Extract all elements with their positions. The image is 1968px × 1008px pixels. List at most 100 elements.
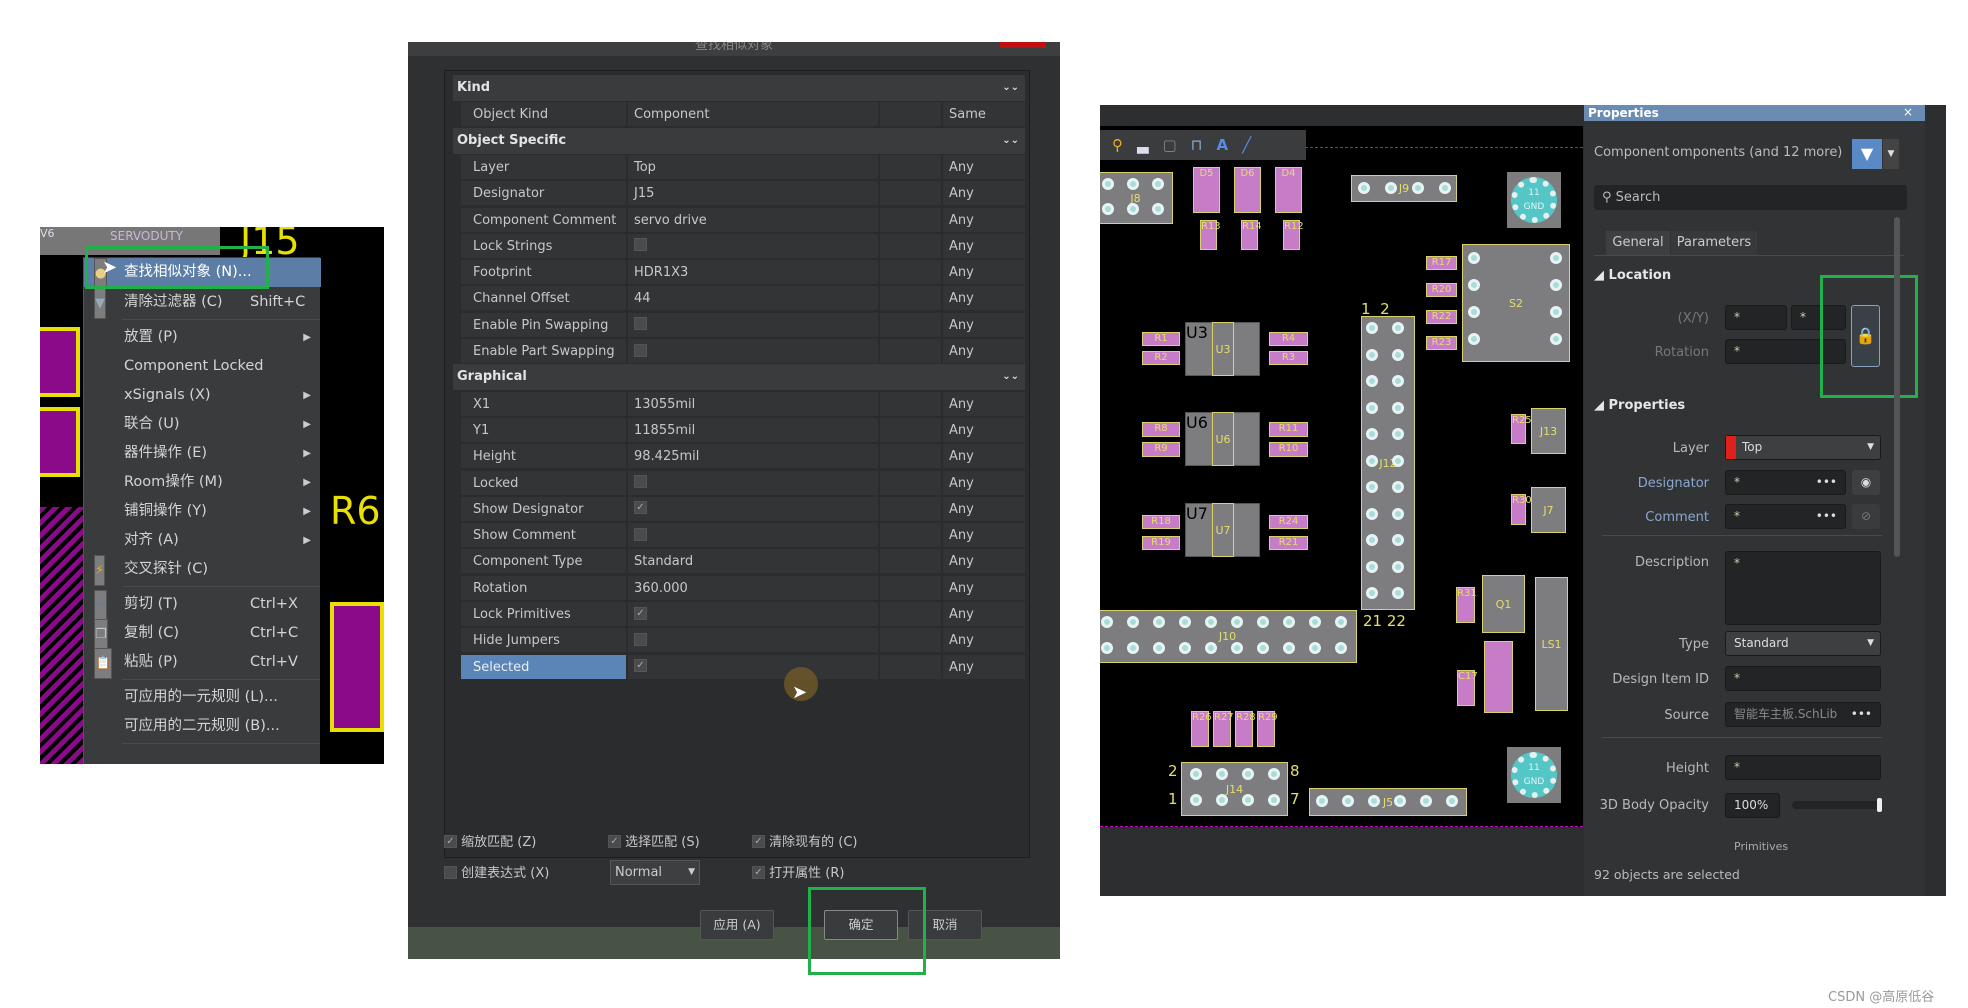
pcb-component-r18[interactable]: R18 xyxy=(1142,515,1180,529)
layer-select[interactable]: Top ▼ xyxy=(1725,435,1881,460)
menu-item-union[interactable]: 联合 (U) ▶ xyxy=(84,410,321,439)
menu-item-room-actions[interactable]: Room操作 (M) ▶ xyxy=(84,468,321,497)
close-button[interactable] xyxy=(1000,42,1046,48)
pcb-component-j13[interactable]: J13 xyxy=(1531,408,1566,454)
menu-item-align[interactable]: 对齐 (A) ▶ xyxy=(84,526,321,555)
menu-item-polygon-actions[interactable]: 铺铜操作 (Y) ▶ xyxy=(84,497,321,526)
match-select[interactable]: Any xyxy=(943,260,1025,285)
pcb-component-r1[interactable]: R1 xyxy=(1142,332,1180,346)
property-label[interactable]: Selected xyxy=(461,654,626,679)
pcb-component-r13[interactable]: R13 xyxy=(1200,220,1221,250)
match-select[interactable]: Any xyxy=(943,444,1025,469)
opacity-slider[interactable] xyxy=(1792,798,1882,812)
pcb-component-r11[interactable]: R11 xyxy=(1269,422,1308,437)
menu-item-paste[interactable]: 📋 粘贴 (P) Ctrl+V xyxy=(84,648,321,679)
pcb-component-r4[interactable]: R4 xyxy=(1269,332,1308,346)
zoom-matching-checkbox[interactable]: ✓ xyxy=(444,834,457,848)
design-item-field[interactable]: * xyxy=(1725,666,1881,691)
pcb-capacitor[interactable] xyxy=(1484,641,1513,713)
pcb-component-r22[interactable]: R22 xyxy=(1426,310,1457,324)
pcb-component-r17[interactable]: R17 xyxy=(1426,256,1457,270)
component-icon[interactable]: ⊓ xyxy=(1191,136,1203,154)
pcb-component-u6[interactable]: U6 xyxy=(1212,412,1234,466)
match-select[interactable]: Any xyxy=(943,549,1025,574)
tab-parameters[interactable]: Parameters xyxy=(1671,231,1757,255)
pcb-component-r9[interactable]: R9 xyxy=(1142,442,1180,457)
pcb-component-q1[interactable]: Q1 xyxy=(1482,575,1525,633)
property-label[interactable]: Enable Part Swapping xyxy=(461,339,626,363)
pcb-component-r27[interactable]: R27 xyxy=(1213,711,1234,747)
comment-field[interactable]: * ••• xyxy=(1725,504,1846,529)
pcb-component-r20[interactable]: R20 xyxy=(1426,283,1457,297)
height-field[interactable]: * xyxy=(1725,755,1881,780)
match-select[interactable]: Any xyxy=(943,417,1025,442)
designator-field[interactable]: * ••• xyxy=(1725,470,1846,495)
property-label[interactable]: Locked xyxy=(461,470,626,495)
apply-button[interactable]: 应用 (A) xyxy=(700,910,774,940)
menu-item-unary-rules[interactable]: 可应用的一元规则 (L)... xyxy=(84,683,321,712)
pcb-component-u3[interactable]: U3 xyxy=(1212,322,1234,376)
pcb-component-r31[interactable]: R31 xyxy=(1456,587,1477,623)
collapse-icon[interactable]: ⌄⌄ xyxy=(1002,75,1019,101)
section-header[interactable]: Kind ⌄⌄ xyxy=(453,75,1025,101)
section-header[interactable]: Graphical ⌄⌄ xyxy=(453,364,1025,391)
mask-mode-select[interactable]: Normal ▼ xyxy=(610,860,700,885)
collapse-icon[interactable]: ⌄⌄ xyxy=(1002,364,1019,390)
pcb-component-j5[interactable]: J5 xyxy=(1309,788,1467,816)
match-select[interactable]: Any xyxy=(943,602,1025,626)
opacity-field[interactable]: 100% xyxy=(1725,793,1780,818)
match-select[interactable]: Any xyxy=(943,233,1025,258)
menu-item-binary-rules[interactable]: 可应用的二元规则 (B)... xyxy=(84,712,321,741)
pcb-component-d6[interactable]: D6 xyxy=(1234,167,1261,213)
property-label[interactable]: Designator xyxy=(461,181,626,206)
pcb-component-r29[interactable]: R29 xyxy=(1257,711,1278,747)
pcb-component-d4[interactable]: D4 xyxy=(1275,167,1302,213)
menu-item-component-actions[interactable]: 器件操作 (E) ▶ xyxy=(84,439,321,468)
close-icon[interactable]: × xyxy=(1903,105,1913,119)
match-select[interactable]: Any xyxy=(943,181,1025,206)
pcb-component-r24[interactable]: R24 xyxy=(1269,515,1308,529)
gnd-mounting-hole[interactable]: 11 GND xyxy=(1507,747,1561,803)
property-label[interactable]: Channel Offset xyxy=(461,286,626,311)
pcb-component-r8[interactable]: R8 xyxy=(1142,422,1180,437)
more-icon[interactable]: ••• xyxy=(1851,703,1872,726)
property-label[interactable]: Lock Primitives xyxy=(461,602,626,626)
property-label[interactable]: Footprint xyxy=(461,260,626,285)
match-select[interactable]: Any xyxy=(943,470,1025,495)
property-label[interactable]: Show Designator xyxy=(461,496,626,521)
match-select[interactable]: Any xyxy=(943,312,1025,337)
x-field[interactable]: * xyxy=(1725,305,1787,330)
pcb-component-r10[interactable]: R10 xyxy=(1269,442,1308,457)
location-section-header[interactable]: ◢ Location xyxy=(1594,268,1671,283)
pcb-component-d5[interactable]: D5 xyxy=(1193,167,1220,213)
property-label[interactable]: X1 xyxy=(461,391,626,416)
match-select[interactable]: Any xyxy=(943,628,1025,653)
property-label[interactable]: Hide Jumpers xyxy=(461,628,626,653)
property-label[interactable]: Enable Pin Swapping xyxy=(461,312,626,337)
probe-icon[interactable]: ⚲ xyxy=(1112,136,1123,154)
zoom-matching-option[interactable]: ✓ 缩放匹配 (Z) xyxy=(444,831,536,850)
menu-item-clear-filter[interactable]: ▼ 清除过滤器 (C) Shift+C xyxy=(84,288,321,319)
property-label[interactable]: Y1 xyxy=(461,417,626,442)
pcb-component-r25[interactable]: R25 xyxy=(1511,414,1532,444)
pcb-component-r14[interactable]: R14 xyxy=(1241,220,1262,250)
match-select[interactable]: Any xyxy=(943,654,1025,679)
match-select[interactable]: Any xyxy=(943,523,1025,548)
clear-existing-option[interactable]: ✓ 清除现有的 (C) xyxy=(752,831,858,850)
property-label[interactable]: Layer xyxy=(461,154,626,179)
menu-item-component-locked[interactable]: Component Locked xyxy=(84,352,321,381)
clear-existing-checkbox[interactable]: ✓ xyxy=(752,834,765,848)
create-expression-option[interactable]: 创建表达式 (X) xyxy=(444,862,549,881)
pcb-component-r3[interactable]: R3 xyxy=(1269,351,1308,365)
menu-item-copy[interactable]: ❐ 复制 (C) Ctrl+C xyxy=(84,619,321,650)
pcb-component-r23[interactable]: R23 xyxy=(1426,336,1457,350)
menu-item-xsignals[interactable]: xSignals (X) ▶ xyxy=(84,381,321,410)
slider-handle[interactable] xyxy=(1877,798,1882,812)
eye-icon[interactable]: ◉ xyxy=(1852,470,1880,495)
collapse-icon[interactable]: ⌄⌄ xyxy=(1002,128,1019,154)
select-matching-option[interactable]: ✓ 选择匹配 (S) xyxy=(608,831,700,850)
open-properties-option[interactable]: ✓ 打开属性 (R) xyxy=(752,862,844,881)
pcb-component-u7[interactable]: U7 xyxy=(1212,503,1234,557)
fill-icon[interactable]: ▃ xyxy=(1137,136,1149,154)
menu-item-place[interactable]: 放置 (P) ▶ xyxy=(84,323,321,352)
